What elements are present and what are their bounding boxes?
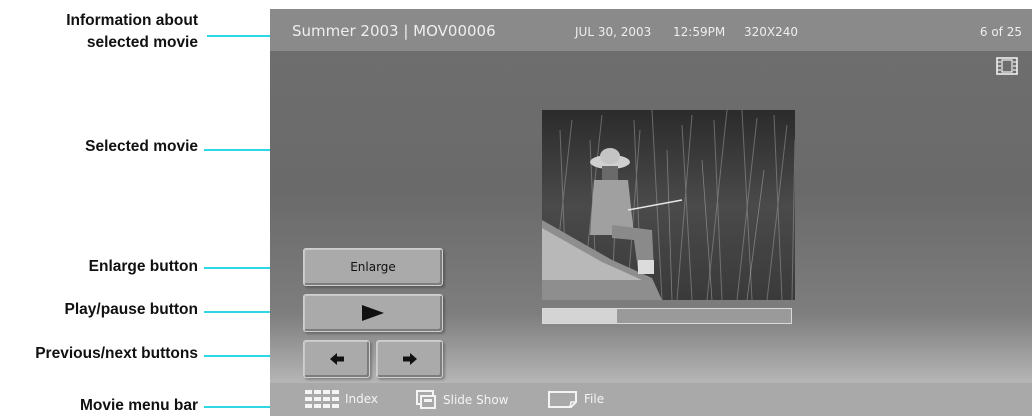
callout-play-pause: Play/pause button (64, 301, 199, 318)
callout-menu-bar: Movie menu bar (80, 397, 198, 414)
slideshow-icon (416, 390, 436, 409)
movie-position: 6 of 25 (979, 25, 1022, 39)
movie-progress-bar[interactable] (542, 308, 792, 324)
selected-movie-thumbnail[interactable] (542, 110, 795, 300)
callout-prev-next: Previous/next buttons (35, 345, 198, 362)
menu-item-file[interactable]: File (548, 390, 604, 408)
menu-item-index-label: Index (345, 392, 379, 406)
film-icon (996, 57, 1018, 75)
menu-item-slide-show-label: Slide Show (443, 393, 509, 407)
movie-resolution: 320X240 (744, 25, 799, 39)
enlarge-button-label: Enlarge (350, 260, 396, 274)
arrow-right-icon (402, 353, 417, 365)
movie-still-image (542, 110, 795, 300)
next-button[interactable] (376, 340, 443, 378)
info-bar: Summer 2003 | MOV00006 JUL 30, 2003 12:5… (270, 9, 1032, 51)
movie-date: JUL 30, 2003 (575, 25, 652, 39)
callout-enlarge: Enlarge button (88, 258, 198, 275)
menu-item-index[interactable]: Index (305, 390, 378, 408)
folder-icon (548, 391, 577, 408)
play-triangle-icon (362, 305, 384, 321)
callout-info-label: Information about selected movie (0, 10, 198, 54)
menu-item-file-label: File (584, 392, 605, 406)
enlarge-button[interactable]: Enlarge (303, 248, 443, 286)
movie-time: 12:59PM (673, 25, 726, 39)
previous-button[interactable] (303, 340, 370, 378)
grid-icon (305, 390, 339, 408)
movie-progress-fill (543, 309, 618, 323)
play-pause-button[interactable] (303, 294, 443, 332)
callout-selected-movie: Selected movie (85, 138, 198, 155)
callout-info-line2: selected movie (86, 34, 198, 51)
movie-menu-bar: Index Slide Show File (270, 383, 1032, 416)
arrow-left-icon (329, 353, 344, 365)
movie-viewer-screen: Summer 2003 | MOV00006 JUL 30, 2003 12:5… (270, 9, 1032, 416)
menu-item-slide-show[interactable]: Slide Show (415, 390, 508, 410)
callout-info-line1: Information about (66, 12, 198, 29)
movie-title: Summer 2003 | MOV00006 (292, 22, 496, 40)
